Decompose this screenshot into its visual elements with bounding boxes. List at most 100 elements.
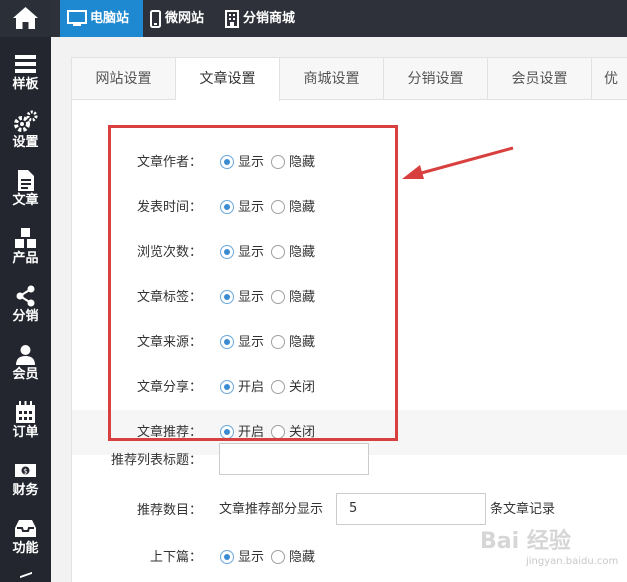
- radio-hide[interactable]: [271, 290, 285, 304]
- inbox-icon: [15, 520, 36, 537]
- option-label: 显示: [238, 550, 265, 565]
- money-icon: $: [15, 464, 36, 477]
- setting-row-tags: 文章标签： 显示 隐藏: [72, 275, 627, 320]
- watermark-url: jingyan.baidu.com: [526, 556, 619, 567]
- radio-hide[interactable]: [271, 200, 285, 214]
- setting-label: 发表时间：: [136, 200, 202, 215]
- radio-show[interactable]: [220, 245, 234, 259]
- settings-tabs: 网站设置 文章设置 商城设置 分销设置 会员设置 优: [72, 58, 627, 101]
- sidebar-more-indicator: [20, 571, 32, 582]
- sidebar-item-label: 文章: [12, 193, 39, 208]
- tab-mobile-site[interactable]: 微网站: [148, 0, 218, 37]
- user-icon: [16, 345, 35, 365]
- setting-label: 文章标签：: [136, 290, 202, 305]
- tab-label: 电脑站: [90, 11, 130, 26]
- option-label: 隐藏: [289, 245, 316, 260]
- sidebar-item-articles[interactable]: 文章: [0, 167, 51, 224]
- sidebar-item-label: 分销: [12, 309, 39, 324]
- top-navigation: 电脑站 微网站 分销商城: [51, 0, 627, 37]
- sidebar-item-label: 功能: [12, 541, 39, 556]
- radio-show[interactable]: [220, 335, 234, 349]
- recommend-count-suffix: 条文章记录: [490, 502, 556, 517]
- option-label: 显示: [238, 335, 265, 350]
- sidebar-item-products[interactable]: 产品: [0, 225, 51, 282]
- gears-icon: [14, 110, 38, 132]
- home-icon: [13, 7, 38, 29]
- setting-row-author: 文章作者： 显示 隐藏: [72, 140, 627, 185]
- monitor-icon: [67, 10, 87, 26]
- setting-row-share: 文章分享： 开启 关闭: [72, 365, 627, 410]
- option-label: 显示: [238, 155, 265, 170]
- option-label: 隐藏: [289, 290, 316, 305]
- tab-more[interactable]: 优: [592, 58, 627, 100]
- option-label: 隐藏: [289, 335, 316, 350]
- option-label: 隐藏: [289, 550, 316, 565]
- sidebar-item-orders[interactable]: 订单: [0, 399, 51, 456]
- cubes-icon: [15, 228, 36, 248]
- sidebar-item-finance[interactable]: $ 财务: [0, 457, 51, 514]
- home-button[interactable]: [0, 0, 51, 37]
- sidebar-item-label: 样板: [12, 77, 39, 92]
- tab-label: 分销商城: [243, 11, 296, 26]
- template-icon: [15, 55, 36, 73]
- tab-distribution-mall[interactable]: 分销商城: [223, 0, 313, 37]
- share-icon: [16, 285, 35, 307]
- setting-row-publish-time: 发表时间： 显示 隐藏: [72, 185, 627, 230]
- radio-hide[interactable]: [271, 245, 285, 259]
- radio-enable[interactable]: [220, 380, 234, 394]
- sidebar-item-members[interactable]: 会员: [0, 341, 51, 398]
- option-label: 显示: [238, 245, 265, 260]
- radio-show[interactable]: [220, 200, 234, 214]
- setting-row-source: 文章来源： 显示 隐藏: [72, 320, 627, 365]
- sidebar-item-settings[interactable]: 设置: [0, 109, 51, 166]
- tab-mall-settings[interactable]: 商城设置: [280, 58, 384, 100]
- option-label: 显示: [238, 290, 265, 305]
- radio-hide[interactable]: [271, 550, 285, 564]
- tab-pc-site[interactable]: 电脑站: [60, 0, 143, 37]
- sidebar: 样板 设置 文章 产品 分销 会员 订单 $ 财务 功能: [0, 0, 51, 582]
- setting-row-views: 浏览次数： 显示 隐藏: [72, 230, 627, 275]
- radio-hide[interactable]: [271, 155, 285, 169]
- sidebar-item-label: 设置: [12, 135, 39, 150]
- sidebar-item-distribution[interactable]: 分销: [0, 283, 51, 340]
- option-label: 显示: [238, 200, 265, 215]
- recommend-count-prefix: 文章推荐部分显示: [219, 502, 324, 517]
- sidebar-item-features[interactable]: 功能: [0, 515, 51, 572]
- recommend-count-input[interactable]: 5: [336, 493, 486, 525]
- option-label: 关闭: [289, 380, 316, 395]
- radio-show[interactable]: [220, 550, 234, 564]
- tab-member-settings[interactable]: 会员设置: [488, 58, 592, 100]
- settings-panel: 网站设置 文章设置 商城设置 分销设置 会员设置 优 文章作者： 显示 隐藏 发…: [71, 57, 627, 582]
- tab-article-settings[interactable]: 文章设置: [176, 58, 280, 101]
- recommend-title-label: 推荐列表标题：: [110, 453, 202, 468]
- building-icon: [225, 10, 239, 28]
- tab-distribution-settings[interactable]: 分销设置: [384, 58, 488, 100]
- sidebar-item-template[interactable]: 样板: [0, 51, 51, 108]
- option-label: 隐藏: [289, 155, 316, 170]
- radio-enable[interactable]: [220, 425, 234, 439]
- setting-label: 文章来源：: [136, 335, 202, 350]
- setting-label: 浏览次数：: [136, 245, 202, 260]
- tab-label: 微网站: [165, 11, 205, 26]
- radio-hide[interactable]: [271, 335, 285, 349]
- option-label: 开启: [238, 380, 265, 395]
- tab-website-settings[interactable]: 网站设置: [72, 58, 176, 100]
- sidebar-item-label: 会员: [12, 367, 39, 382]
- document-icon: [18, 170, 34, 191]
- content-area: 网站设置 文章设置 商城设置 分销设置 会员设置 优 文章作者： 显示 隐藏 发…: [51, 37, 627, 582]
- radio-disable[interactable]: [271, 380, 285, 394]
- sidebar-item-label: 产品: [12, 251, 39, 266]
- recommend-title-input[interactable]: [219, 443, 369, 475]
- setting-label: 文章分享：: [136, 380, 202, 395]
- annotation-arrow: [402, 146, 514, 179]
- setting-label: 上下篇：: [149, 550, 202, 565]
- mobile-icon: [150, 10, 161, 28]
- radio-show[interactable]: [220, 290, 234, 304]
- watermark-logo: Bai 经验: [480, 529, 571, 554]
- radio-disable[interactable]: [271, 425, 285, 439]
- recommend-count-label: 推荐数目：: [136, 503, 202, 518]
- radio-show[interactable]: [220, 155, 234, 169]
- calendar-icon: [16, 401, 35, 423]
- sidebar-item-label: 财务: [12, 483, 39, 498]
- svg-text:$: $: [23, 468, 27, 476]
